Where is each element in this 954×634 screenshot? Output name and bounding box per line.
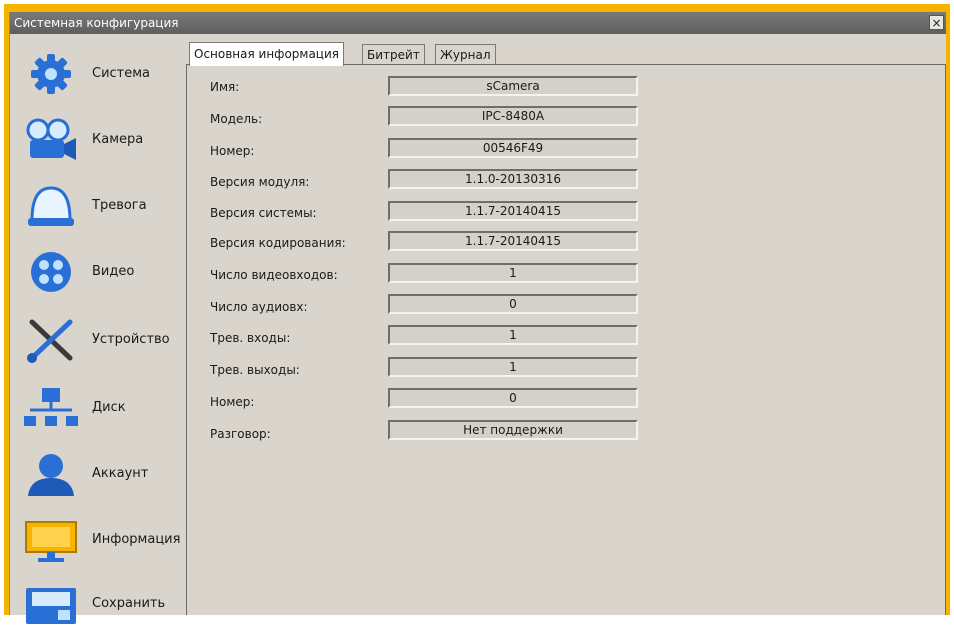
sidebar-item-camera[interactable]: Камера (16, 110, 184, 170)
module-version-label: Версия модуля: (210, 175, 310, 189)
alarm-outputs-field: 1 (388, 357, 638, 377)
sidebar-item-account[interactable]: Аккаунт (16, 444, 184, 504)
sidebar-item-save[interactable]: Сохранить (16, 574, 184, 634)
video-inputs-label: Число видеовходов: (210, 268, 338, 282)
sidebar-item-label: Устройство (92, 332, 170, 347)
system-version-label: Версия системы: (210, 206, 317, 220)
tab-bitrate[interactable]: Битрейт (362, 44, 425, 64)
talk-label: Разговор: (210, 427, 271, 441)
tab-basic-info[interactable]: Основная информация (189, 42, 344, 66)
info-icon (25, 521, 77, 562)
name-field: sCamera (388, 76, 638, 96)
number-label-2: Номер: (210, 395, 255, 409)
sidebar-item-label: Камера (92, 132, 144, 147)
number-field-2: 0 (388, 388, 638, 408)
audio-inputs-label: Число аудиовх: (210, 300, 308, 314)
number-label: Номер: (210, 144, 255, 158)
sidebar-item-info[interactable]: Информация (16, 510, 184, 570)
sidebar-item-label: Аккаунт (92, 466, 149, 481)
encoding-version-label: Версия кодирования: (210, 236, 346, 250)
encoding-version-field: 1.1.7-20140415 (388, 231, 638, 251)
sidebar-item-system[interactable]: Система (16, 44, 184, 104)
window-title: Системная конфигурация (14, 16, 179, 30)
alarm-inputs-label: Трев. входы: (210, 331, 291, 345)
disk-network-icon (24, 388, 78, 426)
title-bar: Системная конфигурация × (10, 12, 946, 34)
sidebar-item-label: Информация (92, 532, 181, 547)
sidebar: Система Камера Тревога Видео Устройство … (10, 34, 185, 624)
sidebar-item-label: Система (92, 66, 151, 81)
sidebar-item-alarm[interactable]: Тревога (16, 176, 184, 236)
camera-icon (26, 118, 76, 160)
sidebar-item-device[interactable]: Устройство (16, 310, 184, 370)
number-field: 00546F49 (388, 138, 638, 158)
gear-icon (31, 54, 71, 94)
module-version-field: 1.1.0-20130316 (388, 169, 638, 189)
system-version-field: 1.1.7-20140415 (388, 201, 638, 221)
sidebar-item-label: Видео (92, 264, 135, 279)
sidebar-item-label: Тревога (92, 198, 147, 213)
alarm-outputs-label: Трев. выходы: (210, 363, 300, 377)
save-icon (26, 588, 76, 624)
sidebar-item-label: Диск (92, 400, 126, 415)
user-icon (28, 454, 74, 496)
sidebar-item-disk[interactable]: Диск (16, 378, 184, 438)
sidebar-item-label: Сохранить (92, 596, 166, 611)
model-label: Модель: (210, 112, 263, 126)
model-field: IPC-8480A (388, 106, 638, 126)
sidebar-item-video[interactable]: Видео (16, 242, 184, 302)
video-inputs-field: 1 (388, 263, 638, 283)
alarm-inputs-field: 1 (388, 325, 638, 345)
alarm-icon (28, 186, 74, 226)
tab-log[interactable]: Журнал (435, 44, 496, 64)
close-button[interactable]: × (929, 15, 944, 30)
tools-icon (27, 319, 73, 363)
name-label: Имя: (210, 80, 240, 94)
audio-inputs-field: 0 (388, 294, 638, 314)
video-icon (31, 252, 71, 292)
talk-field: Нет поддержки (388, 420, 638, 440)
